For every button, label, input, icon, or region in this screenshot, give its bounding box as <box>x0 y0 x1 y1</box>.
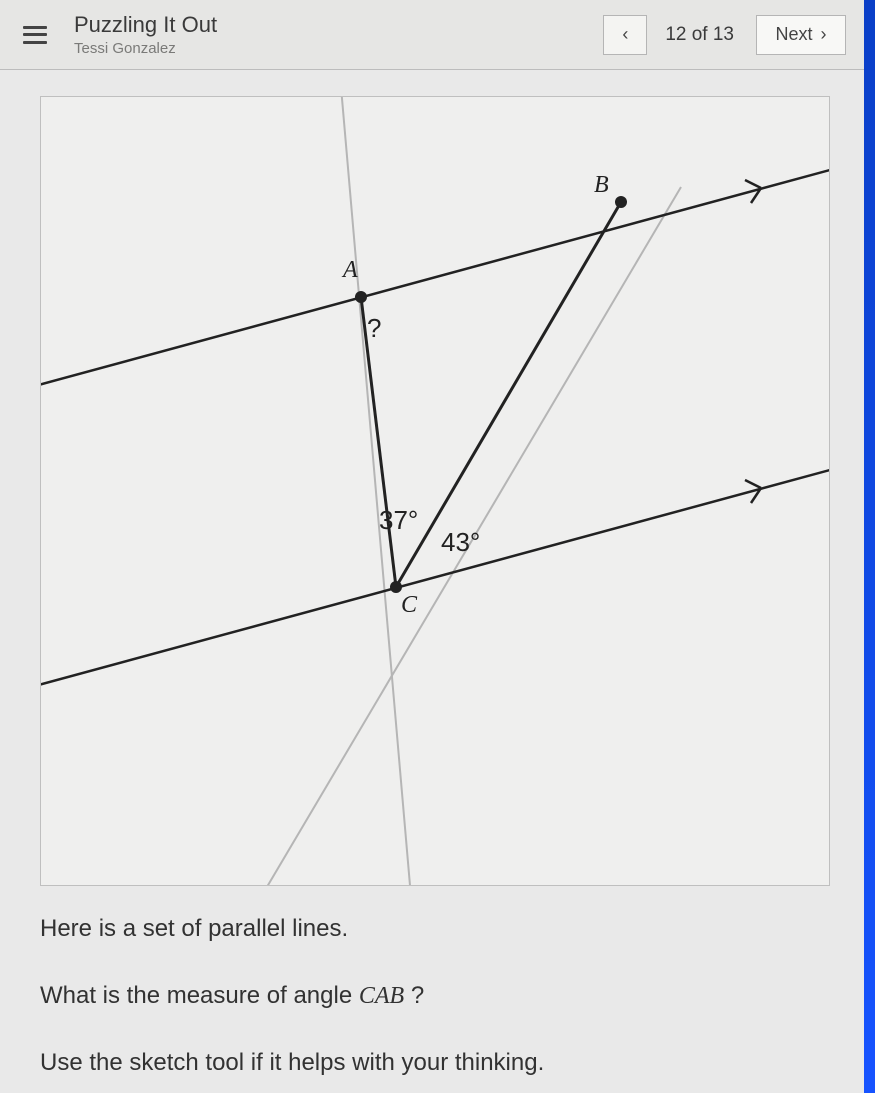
prompt-line-2: What is the measure of angle CAB ? <box>40 979 834 1014</box>
question-prompt: Here is a set of parallel lines. What is… <box>40 912 834 1080</box>
menu-button[interactable] <box>0 0 70 70</box>
prompt-line-1: Here is a set of parallel lines. <box>40 912 834 947</box>
geometry-figure[interactable]: A B C ? 37° 43° <box>40 96 830 886</box>
figure-svg <box>41 97 830 886</box>
prompt-line-3: Use the sketch tool if it helps with you… <box>40 1046 834 1081</box>
hamburger-icon <box>23 26 47 44</box>
lesson-title: Puzzling It Out <box>74 12 217 38</box>
chevron-left-icon: ‹ <box>622 24 628 45</box>
chevron-right-icon: › <box>821 24 827 45</box>
app-header: Puzzling It Out Tessi Gonzalez ‹ 12 of 1… <box>0 0 864 70</box>
title-block: Puzzling It Out Tessi Gonzalez <box>70 12 217 57</box>
prompt-angle-name: CAB <box>359 983 404 1009</box>
page-counter: 12 of 13 <box>665 24 734 46</box>
student-name: Tessi Gonzalez <box>74 40 217 57</box>
content-area: A B C ? 37° 43° Here is a set of paralle… <box>0 70 864 1093</box>
next-label: Next <box>775 24 812 45</box>
prev-button[interactable]: ‹ <box>603 15 647 55</box>
next-button[interactable]: Next › <box>756 15 846 55</box>
right-edge-strip <box>864 0 875 1093</box>
prompt-suffix: ? <box>404 982 424 1009</box>
prompt-prefix: What is the measure of angle <box>40 982 359 1009</box>
